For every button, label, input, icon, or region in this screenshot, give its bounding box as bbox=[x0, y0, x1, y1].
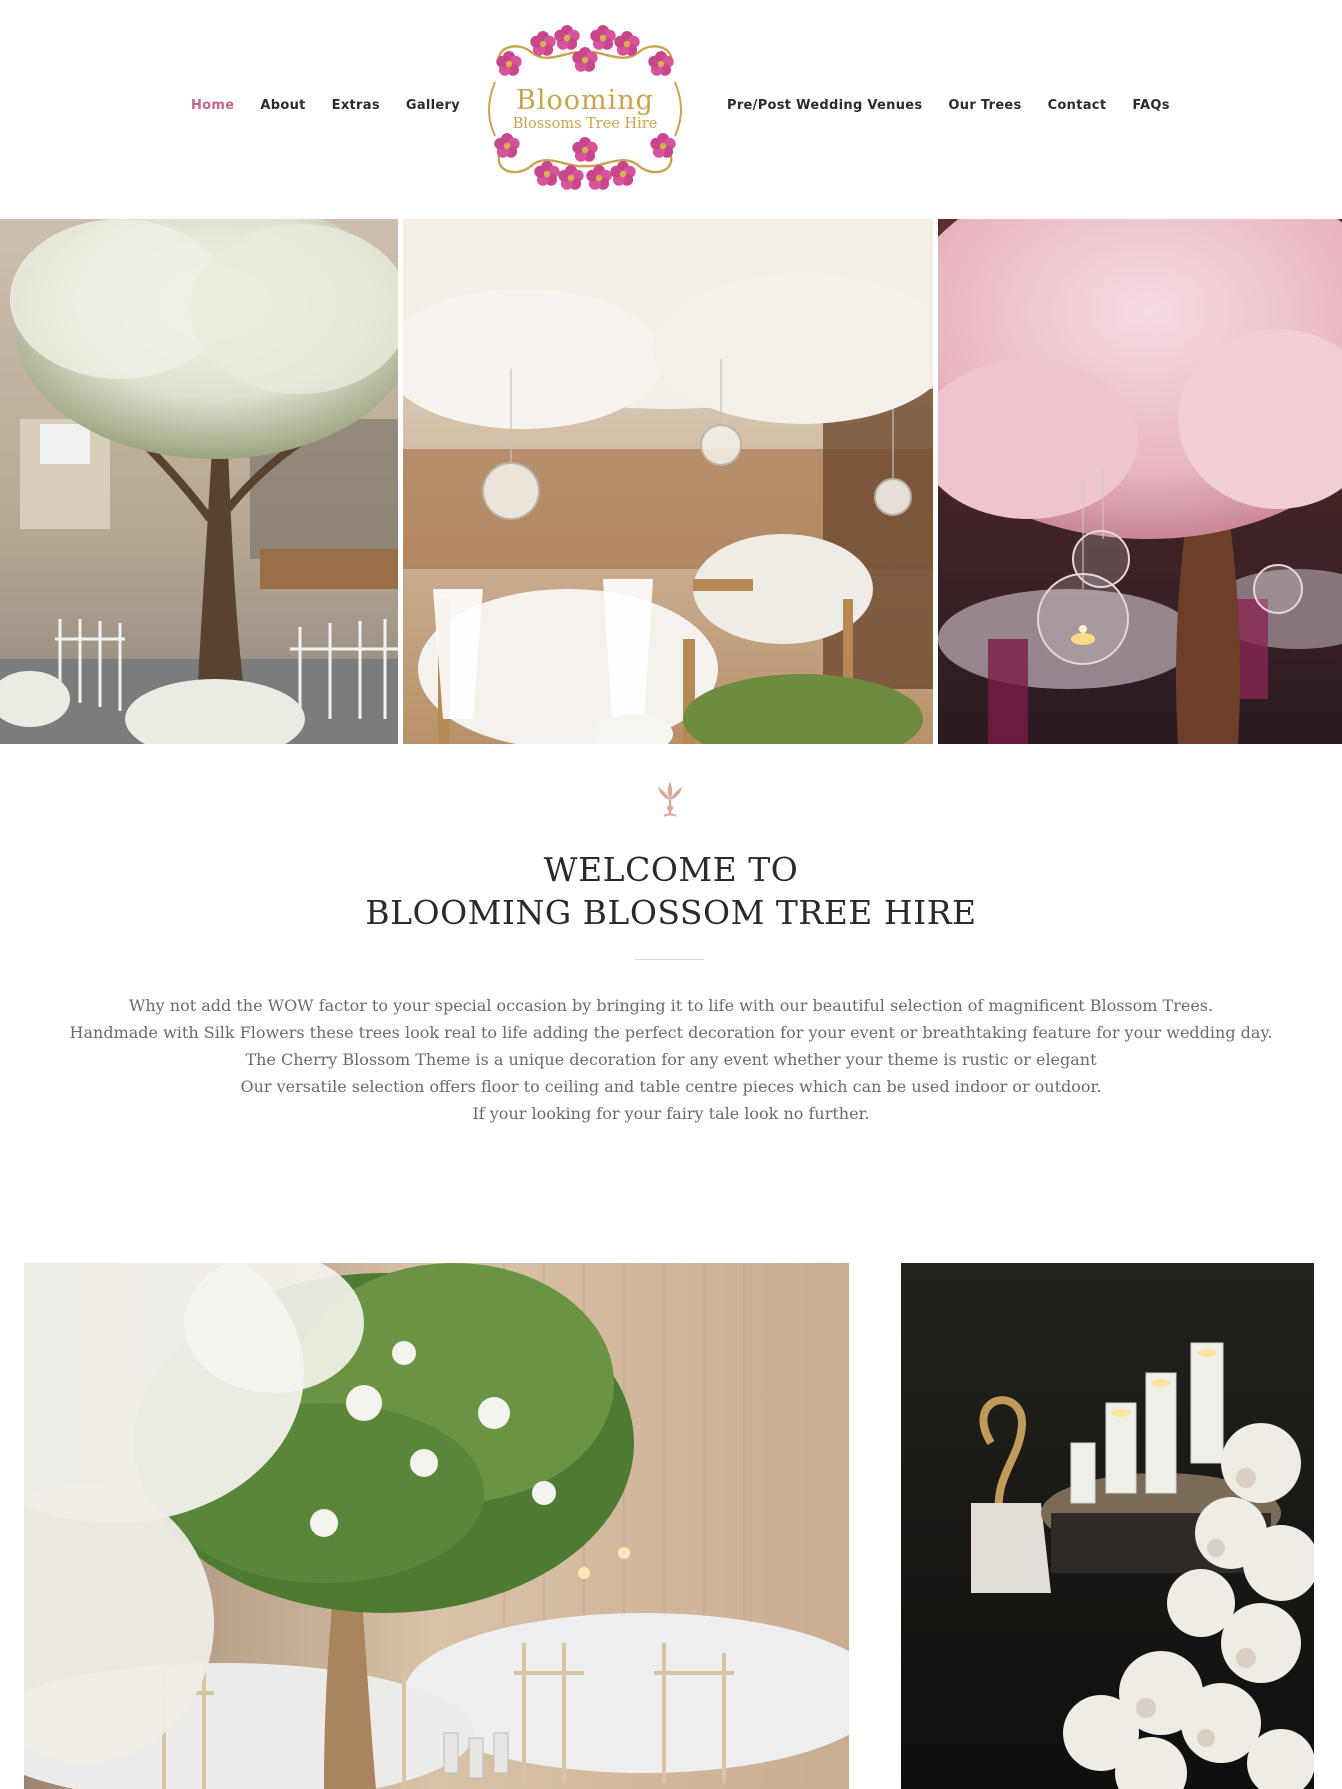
intro-paragraph: Handmade with Silk Flowers these trees l… bbox=[69, 1023, 1273, 1042]
nav-our-trees[interactable]: Our Trees bbox=[948, 98, 1021, 113]
logo-line1: Blooming bbox=[516, 85, 654, 116]
nav-left: Home About Extras Gallery bbox=[191, 98, 460, 113]
welcome-title-line1: WELCOME TO bbox=[543, 850, 799, 889]
site-header: Home About Extras Gallery Blooming Bloss… bbox=[0, 0, 1342, 219]
welcome-title: WELCOME TO BLOOMING BLOSSOM TREE HIRE bbox=[0, 848, 1342, 934]
nav-contact[interactable]: Contact bbox=[1048, 98, 1107, 113]
nav-venues[interactable]: Pre/Post Wedding Venues bbox=[727, 98, 922, 113]
photo-candles-roses[interactable] bbox=[901, 1263, 1314, 1789]
hero-photo-reception-canopy[interactable] bbox=[403, 219, 933, 744]
logo-line2: Blossoms Tree Hire bbox=[513, 116, 658, 132]
nav-gallery[interactable]: Gallery bbox=[406, 98, 460, 113]
nav-right: Pre/Post Wedding Venues Our Trees Contac… bbox=[727, 98, 1170, 113]
intro-paragraph: Our versatile selection offers floor to … bbox=[240, 1077, 1102, 1096]
welcome-title-line2: BLOOMING BLOSSOM TREE HIRE bbox=[365, 893, 977, 932]
intro-paragraph: If your looking for your fairy tale look… bbox=[472, 1104, 870, 1123]
intro-paragraph: The Cherry Blossom Theme is a unique dec… bbox=[245, 1050, 1097, 1069]
nav-extras[interactable]: Extras bbox=[332, 98, 380, 113]
hero-gallery bbox=[0, 219, 1342, 744]
site-logo[interactable]: Blooming Blossoms Tree Hire bbox=[487, 22, 683, 196]
photo-reception-white-tree[interactable] bbox=[24, 1263, 849, 1789]
title-divider bbox=[634, 959, 704, 960]
nav-faqs[interactable]: FAQs bbox=[1132, 98, 1169, 113]
hero-photo-pink-blossom[interactable] bbox=[938, 219, 1342, 744]
intro-paragraph: Why not add the WOW factor to your speci… bbox=[128, 996, 1214, 1015]
hero-photo-ceremony-tree[interactable] bbox=[0, 219, 398, 744]
nav-about[interactable]: About bbox=[260, 98, 305, 113]
nav-home[interactable]: Home bbox=[191, 98, 234, 113]
fleur-ornament-icon bbox=[658, 782, 682, 817]
welcome-intro: Why not add the WOW factor to your speci… bbox=[60, 992, 1282, 1127]
